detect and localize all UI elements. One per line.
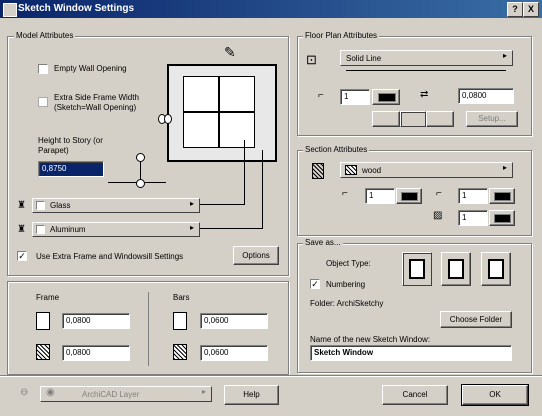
floor-plan-icon: ⊡ (306, 52, 317, 67)
plan-style-button-3[interactable] (426, 111, 454, 127)
window-pane (183, 112, 219, 148)
eye-icon: ◉ (46, 387, 55, 398)
help-title-button[interactable]: ? (507, 2, 523, 17)
numbering-checkbox[interactable]: ✓ (310, 279, 320, 289)
pen-input[interactable]: 1 (340, 89, 370, 105)
window-pane (219, 76, 255, 112)
section-pen-swatch-2 (494, 192, 511, 201)
skylight-object-icon (488, 259, 504, 279)
bottom-separator (0, 375, 542, 377)
chevron-right-icon: ▸ (503, 51, 508, 60)
section-pen-input-2[interactable]: 1 (458, 188, 488, 204)
frame-width-input[interactable]: 0,0800 (62, 313, 130, 329)
close-button[interactable]: X (523, 2, 539, 17)
chevron-right-icon: ▸ (190, 199, 195, 208)
section-pen-swatch-1 (401, 192, 418, 201)
window-pane (219, 112, 255, 148)
fill-swatch (345, 165, 357, 175)
scale-icon: ⇄ (420, 89, 429, 100)
dimension-node (164, 114, 172, 124)
setup-button[interactable]: Setup... (466, 111, 518, 127)
dimension-node (136, 153, 145, 162)
chevron-right-icon: ▸ (202, 387, 207, 396)
window-title: Sketch Window Settings (18, 3, 135, 14)
scale-input[interactable]: 0,0800 (458, 88, 514, 104)
frame-depth-icon (36, 344, 50, 360)
layer-value: ArchiCAD Layer (82, 390, 140, 399)
section-pen-icon: ⌐ (342, 188, 348, 199)
leader-line (262, 150, 263, 228)
section-fill-pen-icon: ▨ (433, 210, 443, 221)
floor-plan-label: Floor Plan Attributes (303, 31, 380, 40)
bars-label: Bars (173, 293, 190, 302)
leader-line (200, 228, 263, 229)
ok-button[interactable]: OK (461, 384, 529, 406)
object-type-label: Object Type: (326, 259, 371, 268)
frame-depth-input[interactable]: 0,0800 (62, 345, 130, 361)
line-type-value: Solid Line (346, 54, 382, 63)
leader-line (244, 140, 245, 204)
glass-swatch (36, 201, 45, 210)
height-to-story-input[interactable]: 0,8750 (38, 161, 104, 177)
pen-icon: ⌐ (318, 90, 324, 101)
pencil-icon: ✎ (224, 44, 236, 60)
frame-width-icon (36, 312, 50, 330)
plan-style-button-2[interactable] (400, 111, 426, 127)
choose-folder-button[interactable]: Choose Folder (440, 311, 512, 328)
window-pane (183, 76, 219, 112)
section-pen-swatch-3 (494, 214, 511, 223)
height-to-story-label: Height to Story (or Parapet) (38, 136, 103, 155)
model-attributes-label: Model Attributes (14, 31, 76, 40)
section-fill-icon (312, 163, 324, 179)
bar-width-input[interactable]: 0,0600 (200, 313, 268, 329)
dimension-node (136, 179, 145, 188)
layer-icon: ⊖ (20, 387, 29, 398)
bar-depth-icon (173, 344, 187, 360)
section-pen-input-3[interactable]: 1 (458, 210, 488, 226)
window-object-icon (409, 259, 425, 279)
pen-color-swatch (378, 93, 396, 102)
help-button[interactable]: Help (224, 385, 279, 405)
door-object-icon (448, 259, 464, 279)
options-button[interactable]: Options (233, 246, 279, 265)
folder-label: Folder: ArchiSketchy (310, 299, 384, 308)
bar-width-icon (173, 312, 187, 330)
chevron-right-icon: ▸ (503, 163, 508, 172)
plan-style-button-1[interactable] (372, 111, 400, 127)
aluminum-swatch (36, 225, 45, 234)
cancel-button[interactable]: Cancel (382, 385, 448, 405)
group-divider (148, 292, 149, 366)
line-preview (346, 70, 506, 71)
window-icon (3, 3, 17, 17)
name-label: Name of the new Sketch Window: (310, 335, 431, 344)
name-input[interactable]: Sketch Window (310, 345, 512, 361)
glass-material-label: Glass (50, 201, 71, 210)
extra-side-frame-label: Extra Side Frame Width (Sketch=Wall Open… (54, 93, 139, 112)
section-fill-value: wood (362, 166, 382, 175)
section-pen-input-1[interactable]: 1 (365, 188, 395, 204)
empty-wall-opening-checkbox[interactable] (38, 64, 48, 74)
use-extra-frame-checkbox[interactable]: ✓ (17, 251, 27, 261)
chevron-right-icon: ▸ (190, 223, 195, 232)
frame-label: Frame (36, 293, 60, 302)
bar-depth-input[interactable]: 0,0600 (200, 345, 268, 361)
numbering-label: Numbering (326, 280, 366, 289)
use-extra-frame-label: Use Extra Frame and Windowsill Settings (36, 252, 184, 261)
frame-material-label: Aluminum (50, 225, 86, 234)
brush-icon: ♜ (17, 200, 26, 211)
save-as-label: Save as... (303, 238, 343, 247)
section-pen-icon-2: ⌐ (436, 188, 442, 199)
empty-wall-opening-label: Empty Wall Opening (54, 64, 127, 73)
leader-line (200, 204, 245, 205)
brush-icon: ♜ (17, 224, 26, 235)
section-label: Section Attributes (303, 145, 370, 154)
